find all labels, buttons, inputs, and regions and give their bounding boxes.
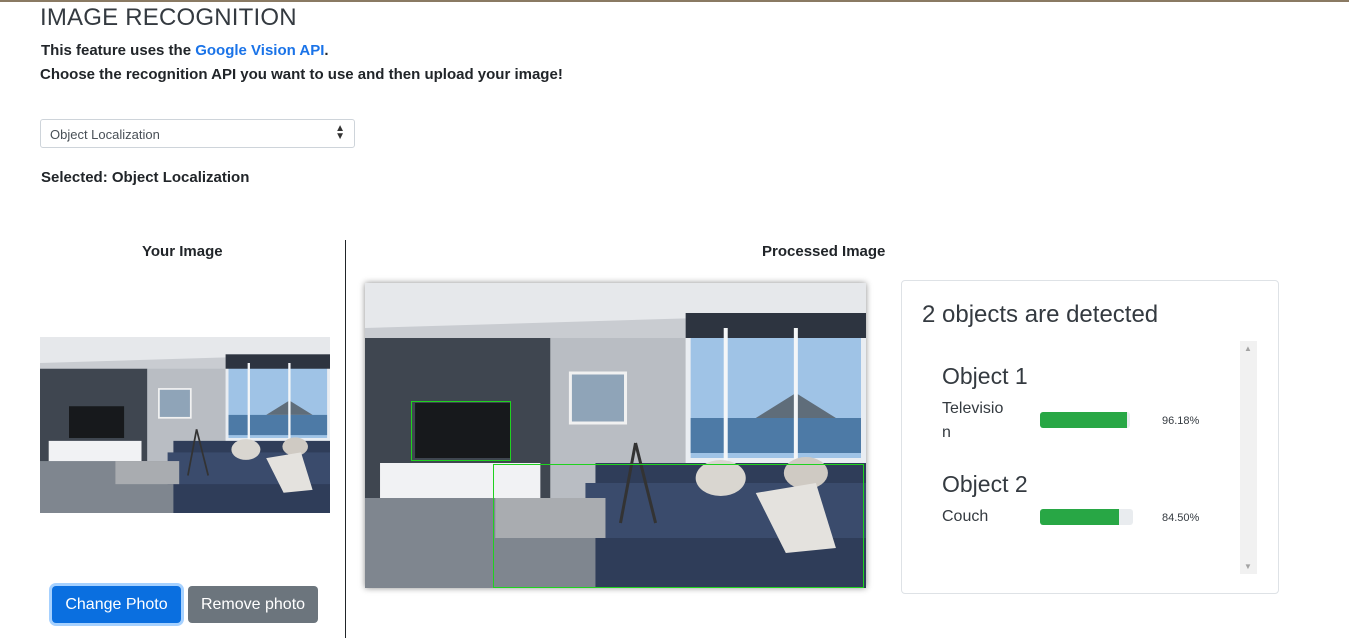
results-title: 2 objects are detected — [922, 301, 1159, 328]
television-bounding-box — [411, 401, 511, 461]
object-1-heading: Object 1 — [942, 363, 1028, 389]
results-scrollbar[interactable]: ▲ ▼ — [1240, 341, 1257, 574]
top-border — [0, 0, 1349, 2]
object-1-label: Television — [942, 400, 1004, 441]
scroll-up-arrow-icon[interactable]: ▲ — [1244, 344, 1252, 353]
results-card: 2 objects are detected Object 1 Televisi… — [901, 280, 1279, 594]
select-caret-icon: ▲ ▼ — [335, 123, 345, 142]
object-2-label: Couch — [942, 508, 989, 525]
object-2-confidence-fill — [1040, 509, 1119, 525]
intro-suffix: . — [324, 42, 329, 59]
object-1-confidence-fill — [1040, 412, 1127, 428]
object-1-percent: 96.18% — [1162, 415, 1200, 427]
scroll-down-arrow-icon[interactable]: ▼ — [1244, 562, 1252, 571]
couch-bounding-box — [493, 464, 864, 588]
living-room-photo — [40, 337, 330, 513]
processed-image — [365, 283, 866, 588]
uploaded-image — [40, 337, 330, 513]
object-2-percent: 84.50% — [1162, 512, 1200, 524]
instructions-text: Choose the recognition API you want to u… — [40, 66, 563, 83]
page-title: IMAGE RECOGNITION — [40, 4, 297, 31]
processed-image-heading: Processed Image — [762, 243, 886, 260]
object-1-confidence-bar — [1040, 412, 1130, 428]
change-photo-button[interactable]: Change Photo — [52, 586, 181, 623]
api-select-value: Object Localization — [50, 127, 160, 142]
intro-text: This feature uses the Google Vision API. — [41, 42, 329, 59]
remove-photo-button[interactable]: Remove photo — [188, 586, 318, 623]
object-2-confidence-bar — [1040, 509, 1133, 525]
object-2-heading: Object 2 — [942, 471, 1028, 497]
intro-prefix: This feature uses the — [41, 42, 196, 59]
selected-api-label: Selected: Object Localization — [41, 169, 250, 186]
column-divider — [345, 240, 346, 638]
google-vision-link[interactable]: Google Vision API — [195, 42, 324, 59]
your-image-heading: Your Image — [142, 243, 223, 260]
api-select[interactable]: Object Localization ▲ ▼ — [40, 119, 355, 148]
